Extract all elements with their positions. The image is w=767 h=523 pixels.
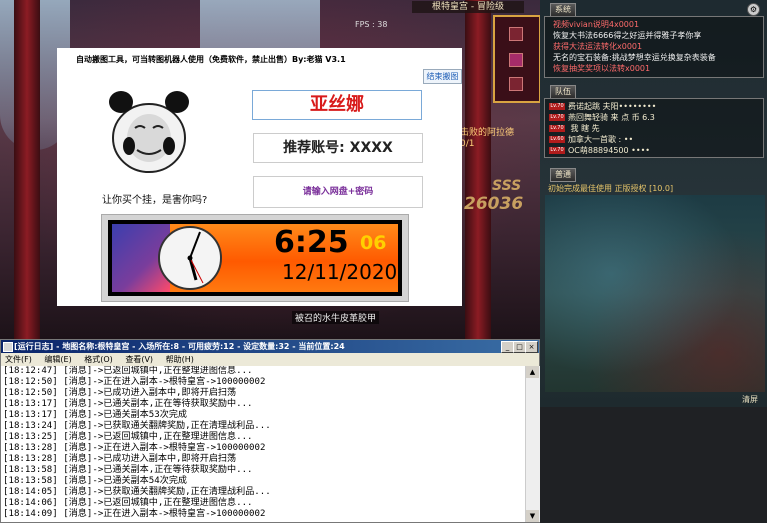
rank-badge: SSS xyxy=(492,178,522,194)
log-text-area[interactable]: [18:12:47] [消息]->已返回城镇中,正在整理进图信息... [18:… xyxy=(1,366,525,522)
minimap-room xyxy=(509,77,523,91)
log-line: [18:13:17] [消息]->已通关副本,正在等待获取奖励中... xyxy=(3,399,253,409)
character-name-field[interactable]: 亚丝娜 xyxy=(252,90,422,120)
notepad-icon xyxy=(3,342,13,352)
tool-title: 自动搬图工具，可当转图机器人使用（免费软件，禁止出售）By:老猫 V3.1 xyxy=(76,55,346,64)
log-line: [18:14:09] [消息]->正在进入副本->根特皇宫->100000002 xyxy=(3,509,266,519)
system-line: 视频vivian说明4x0001 xyxy=(553,20,640,29)
map-title: 根特皇宫 - 冒险级 xyxy=(412,1,524,13)
system-line: 恢复大书法6666得之好运并得雅子孝你享 xyxy=(553,31,702,40)
party-member-text: OC萌88894500 •••• xyxy=(568,146,651,155)
party-member[interactable]: Lv.70 OC萌88894500 •••• xyxy=(549,145,650,156)
party-member-text: 我 瞎 先 xyxy=(568,124,600,133)
log-line: [18:12:47] [消息]->已返回城镇中,正在整理进图信息... xyxy=(3,366,253,376)
score-counter: 26036 xyxy=(464,194,524,214)
system-line: 无名的宝石装备:挑战梦想幸运兑换复杂表装备 xyxy=(553,53,716,62)
end-button[interactable]: 结束搬图 xyxy=(423,69,462,84)
party-member[interactable]: Lv.70 我 瞎 先 xyxy=(549,123,600,134)
party-member-text: 加拿大一首歌 : •• xyxy=(568,135,634,144)
dungeon-objective: 击败的阿拉德 0/1 xyxy=(460,128,514,150)
close-button[interactable]: × xyxy=(525,341,538,353)
panda-meme-avatar xyxy=(109,91,189,173)
menu-view[interactable]: 查看(V) xyxy=(125,355,153,364)
level-badge: Lv.70 xyxy=(549,147,565,154)
system-line: 恢复抽奖奖项以法转x0001 xyxy=(553,64,651,73)
log-line: [18:14:06] [消息]->已返回城镇中,正在整理进图信息... xyxy=(3,498,253,508)
tab-general-chat[interactable]: 普通 xyxy=(550,168,576,182)
menu-edit[interactable]: 编辑(E) xyxy=(44,355,71,364)
level-badge: Lv.70 xyxy=(549,125,565,132)
level-badge: Lv.70 xyxy=(549,114,565,121)
party-member[interactable]: Lv.70 费诺起跳 夫阳•••••••• xyxy=(549,101,656,112)
menu-format[interactable]: 格式(O) xyxy=(84,355,113,364)
party-member-text: 燕回舞轻骑 来 点 币 6.3 xyxy=(568,113,655,122)
log-line: [18:12:50] [消息]->正在进入副本->根特皇宫->100000002 xyxy=(3,377,266,387)
cloud-password-field[interactable]: 请输入网盘+密码 xyxy=(253,176,423,208)
referrer-field[interactable]: 推荐账号: XXXX xyxy=(253,133,423,163)
meme-caption: 让你买个挂，是害你吗? xyxy=(102,195,208,206)
minimap-room xyxy=(509,27,523,41)
party-member[interactable]: Lv.60 加拿大一首歌 : •• xyxy=(549,134,633,145)
vertical-scrollbar[interactable]: ▲ ▼ xyxy=(525,366,540,522)
log-line: [18:13:58] [消息]->已通关副本,正在等待获取奖励中... xyxy=(3,465,253,475)
objective-text: 击败的阿拉德 xyxy=(460,128,515,138)
pillar-decoration xyxy=(465,0,491,340)
minimap-room-current xyxy=(509,53,523,67)
system-message-box: 视频vivian说明4x0001 恢复大书法6666得之好运并得雅子孝你享 获得… xyxy=(544,16,764,78)
menu-help[interactable]: 帮助(H) xyxy=(166,355,194,364)
scroll-down-arrow-icon[interactable]: ▼ xyxy=(526,510,539,522)
chat-background-art xyxy=(545,195,765,392)
scroll-up-arrow-icon[interactable]: ▲ xyxy=(526,366,539,378)
pillar-decoration xyxy=(14,0,40,340)
fps-counter: FPS : 38 xyxy=(355,20,388,29)
log-line: [18:13:58] [消息]->已通关副本54次完成 xyxy=(3,476,188,486)
party-list: Lv.70 费诺起跳 夫阳•••••••• Lv.70 燕回舞轻骑 来 点 币 6.… xyxy=(544,98,764,158)
log-line: [18:12:50] [消息]->已成功进入副本中,即将开启扫荡 xyxy=(3,388,237,398)
log-window-title: [运行日志] - 地图名称:根特皇宫 - 入场所在:8 - 可用疲劳:12 - … xyxy=(14,342,345,351)
menu-bar: 文件(F) 编辑(E) 格式(O) 查看(V) 帮助(H) xyxy=(1,353,539,366)
clear-chat-button[interactable]: 清屏 xyxy=(742,394,758,405)
desktop-background xyxy=(540,407,767,523)
log-window: [运行日志] - 地图名称:根特皇宫 - 入场所在:8 - 可用疲劳:12 - … xyxy=(0,339,540,523)
party-member-text: 费诺起跳 夫阳•••••••• xyxy=(568,102,657,111)
log-titlebar[interactable]: [运行日志] - 地图名称:根特皇宫 - 入场所在:8 - 可用疲劳:12 - … xyxy=(1,340,539,353)
menu-file[interactable]: 文件(F) xyxy=(5,355,32,364)
system-line: 获得大法运法转化x0001 xyxy=(553,42,643,51)
settings-gear-icon[interactable]: ⚙ xyxy=(747,3,760,16)
log-line: [18:13:24] [消息]->已获取通关翻牌奖励,正在清理战利品... xyxy=(3,421,271,431)
clock-time: 6:25 xyxy=(274,225,349,260)
digital-clock: 6:25 06 12/11/2020 xyxy=(101,214,409,302)
item-label[interactable]: 被召的水牛皮革胶甲 xyxy=(292,311,380,324)
analog-clock-icon xyxy=(158,226,222,290)
clock-seconds: 06 xyxy=(360,232,387,254)
log-line: [18:14:05] [消息]->已获取通关翻牌奖励,正在清理战利品... xyxy=(3,487,271,497)
log-line: [18:13:25] [消息]->已返回城镇中,正在整理进图信息... xyxy=(3,432,253,442)
log-line: [18:13:28] [消息]->已成功进入副本中,即将开启扫荡 xyxy=(3,454,237,464)
minimap[interactable] xyxy=(493,15,541,103)
party-member[interactable]: Lv.70 燕回舞轻骑 来 点 币 6.3 xyxy=(549,112,655,123)
tab-party[interactable]: 队伍 xyxy=(550,85,576,99)
level-badge: Lv.70 xyxy=(549,103,565,110)
chat-line: 初始完成最佳使用 正版授权 [10.0] xyxy=(548,184,674,193)
tool-window: 自动搬图工具，可当转图机器人使用（免费软件，禁止出售）By:老猫 V3.1 结束… xyxy=(57,48,462,306)
log-line: [18:13:28] [消息]->正在进入副本->根特皇宫->100000002 xyxy=(3,443,266,453)
level-badge: Lv.60 xyxy=(549,136,565,143)
objective-progress: 0/1 xyxy=(460,139,475,149)
log-line: [18:13:17] [消息]->已通关副本53次完成 xyxy=(3,410,188,420)
tab-system[interactable]: 系统 xyxy=(550,3,576,17)
clock-date: 12/11/2020 xyxy=(282,260,398,284)
